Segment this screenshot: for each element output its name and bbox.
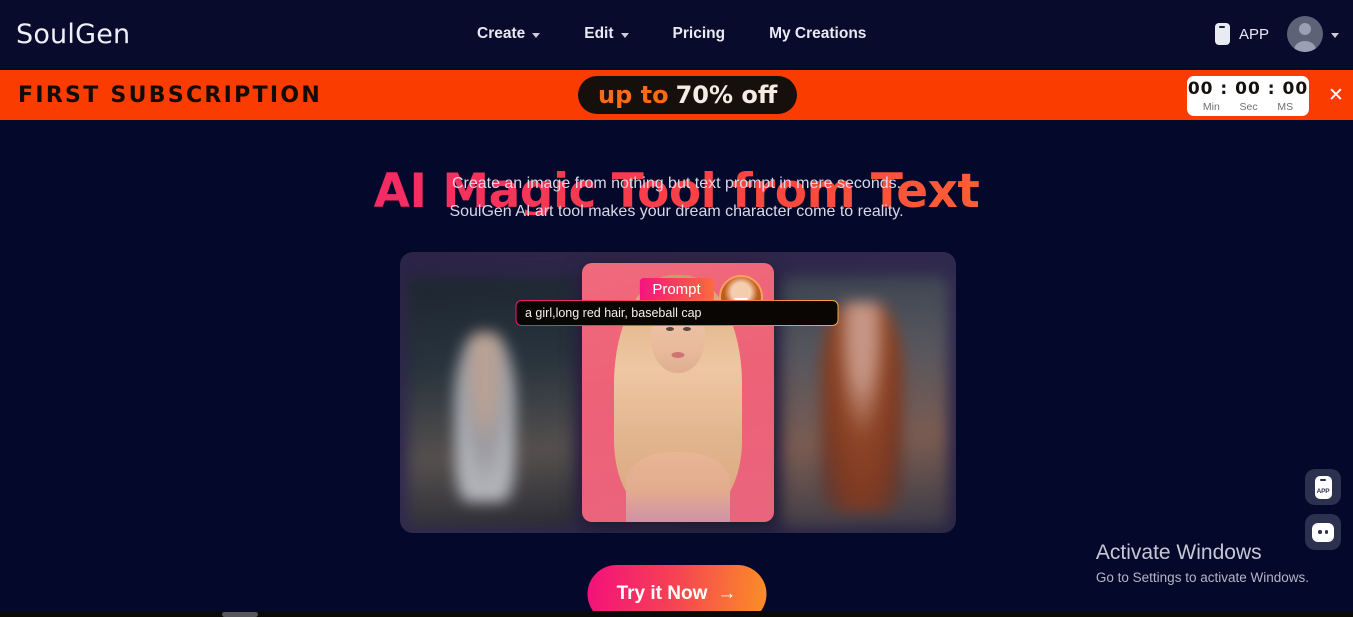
countdown-separator: : — [1267, 78, 1276, 99]
site-header: SoulGen Create Edit Pricing My Creations… — [0, 0, 1353, 68]
portrait-lips — [671, 352, 685, 358]
countdown-label-sec: Sec — [1239, 100, 1258, 113]
countdown-label-ms: MS — [1277, 100, 1294, 113]
app-link[interactable]: APP — [1214, 23, 1269, 45]
nav-item-edit[interactable]: Edit — [562, 25, 650, 43]
nav-item-my-creations[interactable]: My Creations — [747, 25, 888, 43]
promo-offer-amount: 70% off — [675, 81, 778, 109]
windows-activation-watermark: Activate Windows Go to Settings to activ… — [1096, 541, 1309, 585]
chat-dot — [1324, 530, 1328, 534]
scrollbar-thumb[interactable] — [222, 612, 258, 617]
chat-support-button[interactable] — [1305, 514, 1341, 550]
floating-action-buttons: APP — [1305, 469, 1341, 550]
promo-title: FIRST SUBSCRIPTION — [18, 82, 323, 108]
close-icon[interactable]: ✕ — [1325, 84, 1347, 106]
promo-banner: FIRST SUBSCRIPTION up to 70% off 00 : 00… — [0, 70, 1353, 120]
hero-subtitle-line1: Create an image from nothing but text pr… — [451, 175, 902, 192]
chevron-down-icon — [1331, 33, 1339, 38]
chevron-down-icon — [620, 33, 629, 38]
watermark-subtitle: Go to Settings to activate Windows. — [1095, 570, 1309, 585]
chevron-down-icon — [532, 33, 541, 38]
chat-bubble-icon — [1312, 522, 1334, 542]
horizontal-scrollbar[interactable] — [0, 611, 1353, 617]
nav-item-label: Create — [477, 25, 526, 42]
watermark-title: Activate Windows — [1095, 541, 1262, 564]
chat-dot — [1318, 530, 1322, 534]
countdown-minutes: 00 — [1187, 78, 1214, 99]
promo-offer-badge: up to 70% off — [578, 76, 798, 114]
try-it-now-label: Try it Now — [616, 583, 708, 604]
phone-icon — [1214, 23, 1230, 45]
portrait-eye-left — [666, 327, 674, 331]
logo[interactable]: SoulGen — [16, 19, 130, 50]
countdown-separator: : — [1220, 78, 1229, 99]
countdown-digits: 00 : 00 : 00 — [1187, 78, 1309, 99]
countdown-milliseconds: 00 — [1282, 78, 1309, 99]
avatar — [1287, 16, 1323, 52]
arrow-right-icon: → — [717, 583, 737, 604]
phone-app-icon: APP — [1314, 475, 1332, 499]
nav-item-label: Pricing — [672, 25, 726, 42]
main-navigation: Create Edit Pricing My Creations — [455, 25, 888, 43]
app-link-label: APP — [1238, 25, 1269, 43]
portrait-body — [626, 452, 730, 522]
app-download-button[interactable]: APP — [1305, 469, 1341, 505]
hero-subtitle-line2: SoulGen AI art tool makes your dream cha… — [449, 203, 904, 220]
promo-offer-prefix: up to — [598, 81, 669, 109]
nav-item-create[interactable]: Create — [455, 25, 562, 43]
countdown-seconds: 00 — [1235, 78, 1261, 99]
nav-item-pricing[interactable]: Pricing — [651, 25, 748, 43]
header-actions: APP — [1214, 16, 1339, 52]
countdown-timer: 00 : 00 : 00 Min Sec MS — [1187, 76, 1309, 116]
nav-item-label: My Creations — [769, 25, 867, 42]
hero-section: AI Magic Tool from Text Create an image … — [0, 68, 1353, 617]
account-menu[interactable] — [1287, 16, 1339, 52]
hero-subtitle: Create an image from nothing but text pr… — [0, 170, 1353, 226]
app-icon-label: APP — [1316, 488, 1330, 495]
prompt-label: Prompt — [639, 278, 714, 302]
countdown-label-min: Min — [1202, 100, 1220, 113]
prompt-input[interactable]: a girl,long red hair, baseball cap — [515, 300, 838, 326]
countdown-labels: Min Sec MS — [1187, 101, 1309, 113]
portrait-eye-right — [683, 327, 691, 331]
nav-item-label: Edit — [584, 25, 614, 42]
try-it-now-button[interactable]: Try it Now → — [587, 565, 766, 617]
